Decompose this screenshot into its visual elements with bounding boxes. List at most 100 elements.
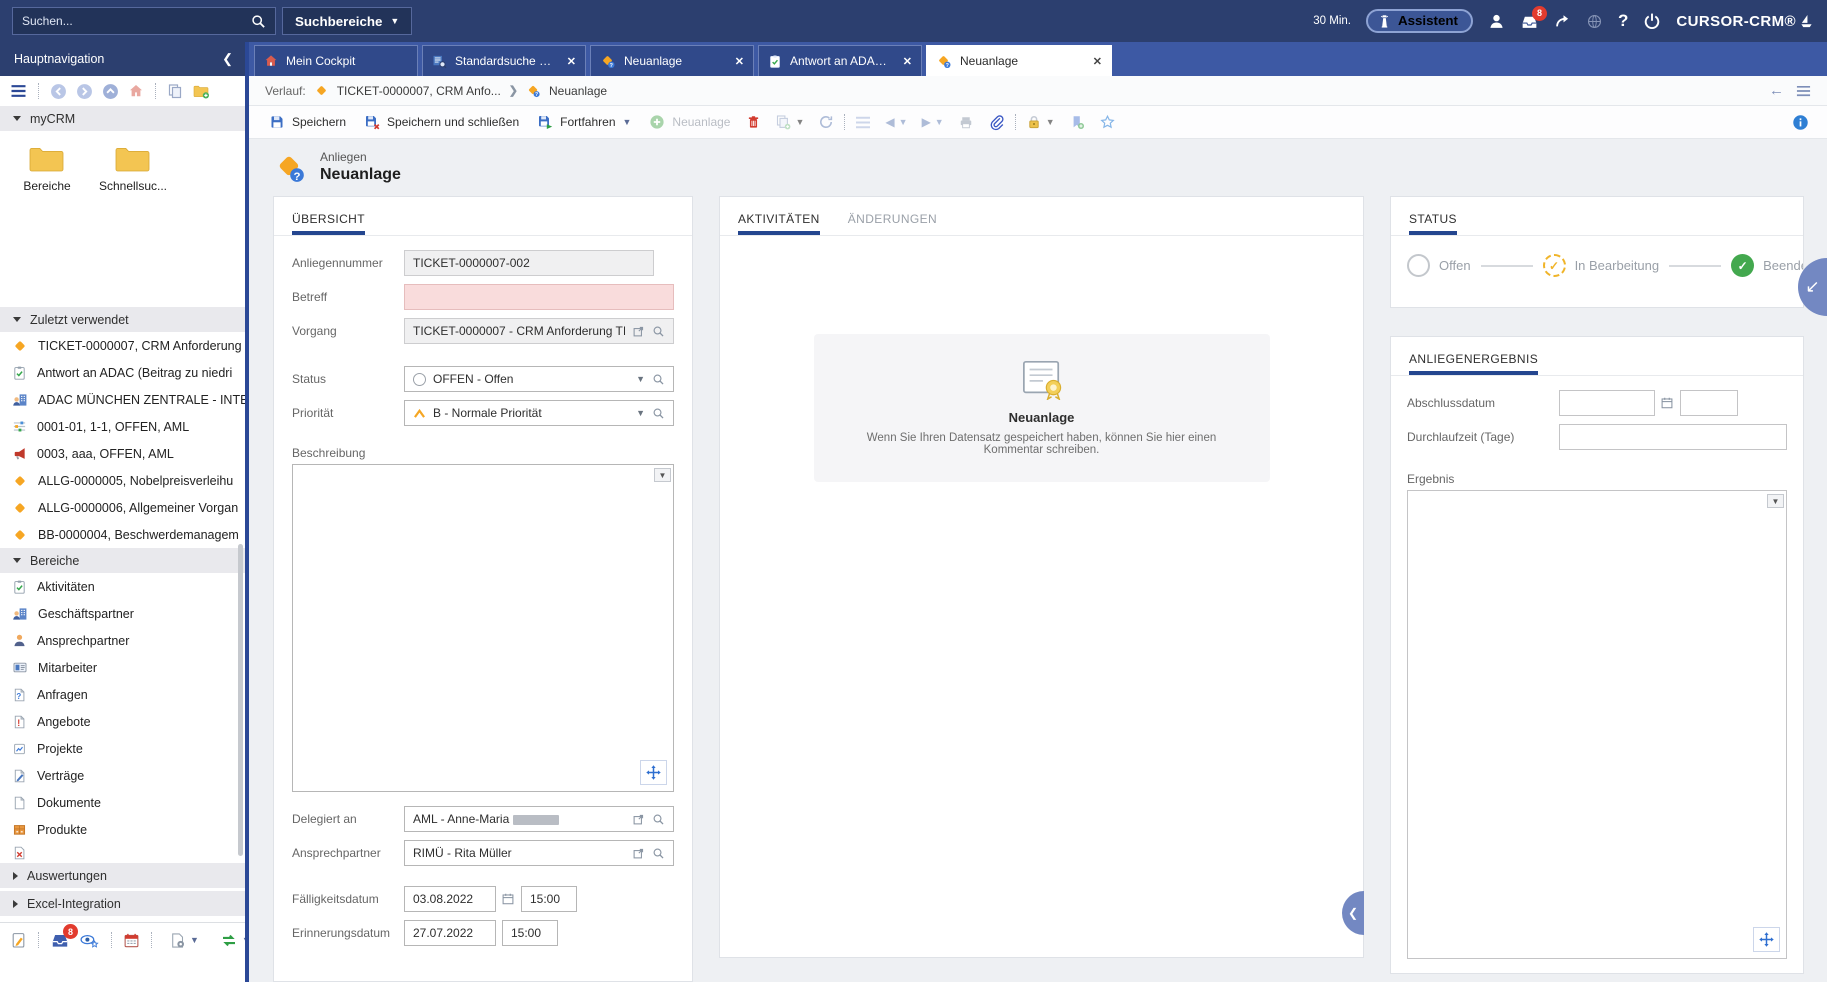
sidebar-item-angebote[interactable]: ! Angebote xyxy=(0,708,245,735)
tab-status[interactable]: STATUS xyxy=(1409,212,1457,235)
recent-item-allg5[interactable]: ALLG-0000005, Nobelpreisverleihu xyxy=(0,467,245,494)
sidebar-item-produkte[interactable]: Produkte xyxy=(0,816,245,843)
search-scope-button[interactable]: Suchbereiche ▼ xyxy=(282,7,412,35)
tab-neuanlage-active[interactable]: ? Neuanlage ✕ xyxy=(926,45,1112,76)
erinnerung-time-input[interactable]: 15:00 xyxy=(502,920,558,946)
home-icon[interactable] xyxy=(128,83,144,99)
global-search[interactable] xyxy=(12,7,276,35)
menu-icon[interactable] xyxy=(10,84,27,98)
chevron-down-icon[interactable]: ▼ xyxy=(636,408,645,418)
attachment-button[interactable] xyxy=(982,109,1011,136)
network-globe-icon[interactable] xyxy=(1586,13,1603,30)
delegiert-field[interactable]: AML - Anne-Maria xyxy=(404,806,674,832)
faelligkeit-time-input[interactable]: 15:00 xyxy=(521,886,577,912)
chevron-down-icon[interactable]: ▼ xyxy=(654,468,671,482)
open-external-icon[interactable] xyxy=(632,325,645,338)
move-resize-button[interactable] xyxy=(1753,927,1780,952)
faelligkeit-date-input[interactable]: 03.08.2022 xyxy=(404,886,496,912)
nav-back-icon[interactable] xyxy=(50,83,67,100)
abschlussdatum-time-input[interactable] xyxy=(1680,390,1738,416)
beschreibung-editor[interactable]: ▼ xyxy=(292,464,674,792)
search-input[interactable] xyxy=(22,14,243,28)
ergebnis-editor[interactable]: ▼ xyxy=(1407,490,1787,959)
lookup-search-icon[interactable] xyxy=(652,325,665,338)
folder-add-icon[interactable] xyxy=(192,83,210,99)
close-icon[interactable]: ✕ xyxy=(567,55,576,68)
chevron-down-icon[interactable]: ▼ xyxy=(935,118,944,127)
ansprechpartner-field[interactable]: RIMÜ - Rita Müller xyxy=(404,840,674,866)
move-resize-button[interactable] xyxy=(640,760,667,785)
sidebar-item-projekte[interactable]: Projekte xyxy=(0,735,245,762)
sidebar-item-aktivitaeten[interactable]: Aktivitäten xyxy=(0,573,245,600)
sync-button[interactable]: ▼ xyxy=(214,928,245,953)
print-button[interactable] xyxy=(952,110,980,135)
tab-aenderungen[interactable]: ÄNDERUNGEN xyxy=(848,212,937,235)
recent-item-activity[interactable]: Antwort an ADAC (Beitrag zu niedri xyxy=(0,359,245,386)
section-excel[interactable]: Excel-Integration xyxy=(0,891,245,916)
eye-star-icon[interactable] xyxy=(79,932,100,949)
nav-forward-icon[interactable] xyxy=(76,83,93,100)
sidebar-item-geschaeftspartner[interactable]: Geschäftspartner xyxy=(0,600,245,627)
copy-icon[interactable] xyxy=(167,83,183,99)
assistant-button[interactable]: Assistent xyxy=(1366,9,1473,33)
favorite-star-button[interactable] xyxy=(1093,109,1122,135)
prioritaet-combo[interactable]: B - Normale Priorität ▼ xyxy=(404,400,674,426)
folder-bereiche[interactable]: Bereiche xyxy=(16,143,78,230)
sidebar-item-mitarbeiter[interactable]: Mitarbeiter xyxy=(0,654,245,681)
continue-button[interactable]: Fortfahren ▼ xyxy=(529,109,639,135)
calendar-icon[interactable] xyxy=(501,892,515,906)
betreff-field[interactable] xyxy=(404,284,674,310)
calendar-icon[interactable] xyxy=(1660,396,1674,410)
section-auswertungen[interactable]: Auswertungen xyxy=(0,863,245,888)
calendar-icon[interactable] xyxy=(123,932,140,949)
history-back-icon[interactable]: ← xyxy=(1769,82,1784,99)
help-button[interactable]: ? xyxy=(1618,11,1628,31)
sidebar-item-ansprechpartner[interactable]: Ansprechpartner xyxy=(0,627,245,654)
prev-record-button[interactable]: ◀ ▼ xyxy=(879,110,913,134)
collapse-sidebar-icon[interactable]: ❮ xyxy=(222,51,233,67)
lock-button[interactable]: ▼ xyxy=(1020,109,1061,135)
collapse-panel-handle[interactable]: ❮ xyxy=(1342,891,1364,935)
section-areas[interactable]: Bereiche xyxy=(0,548,245,573)
tab-standardsuche[interactable]: Standardsuche Gesc... ✕ xyxy=(422,45,586,76)
inbox-button[interactable]: 8 xyxy=(1520,13,1539,30)
tab-anliegenergebnis[interactable]: ANLIEGENERGEBNIS xyxy=(1409,352,1538,375)
tab-uebersicht[interactable]: ÜBERSICHT xyxy=(292,212,365,235)
chevron-down-icon[interactable]: ▼ xyxy=(636,374,645,384)
redo-arrow-icon[interactable] xyxy=(1554,13,1571,29)
chevron-down-icon[interactable]: ▼ xyxy=(899,118,908,127)
chevron-down-icon[interactable]: ▼ xyxy=(1767,494,1784,508)
open-external-icon[interactable] xyxy=(632,847,645,860)
status-combo[interactable]: OFFEN - Offen ▼ xyxy=(404,366,674,392)
save-close-button[interactable]: Speichern und schließen xyxy=(356,109,527,135)
sidebar-item-clipped[interactable] xyxy=(0,843,245,863)
list-menu-button[interactable] xyxy=(849,111,877,134)
recent-item-ticket[interactable]: TICKET-0000007, CRM Anforderung xyxy=(0,332,245,359)
new-record-button[interactable]: Neuanlage xyxy=(641,109,738,135)
refresh-button[interactable] xyxy=(812,109,840,135)
lookup-search-icon[interactable] xyxy=(652,407,665,420)
bookmark-add-button[interactable] xyxy=(1063,109,1091,135)
search-icon[interactable] xyxy=(251,14,266,29)
clipboard-pen-icon[interactable] xyxy=(10,931,27,949)
next-record-button[interactable]: ▶ ▼ xyxy=(916,110,950,134)
tab-neuanlage-1[interactable]: ? Neuanlage ✕ xyxy=(590,45,754,76)
abschlussdatum-date-input[interactable] xyxy=(1559,390,1655,416)
durchlaufzeit-input[interactable] xyxy=(1559,424,1787,450)
section-recent[interactable]: Zuletzt verwendet xyxy=(0,307,245,332)
chevron-down-icon[interactable]: ▼ xyxy=(1046,118,1055,127)
info-button[interactable] xyxy=(1786,109,1815,136)
lookup-search-icon[interactable] xyxy=(652,813,665,826)
chevron-down-icon[interactable]: ▼ xyxy=(795,118,804,127)
open-external-icon[interactable] xyxy=(632,813,645,826)
erinnerung-date-input[interactable]: 27.07.2022 xyxy=(404,920,496,946)
recent-item-sliders[interactable]: 0001-01, 1-1, OFFEN, AML xyxy=(0,413,245,440)
breadcrumb-item-current[interactable]: Neuanlage xyxy=(549,84,607,98)
recent-item-allg6[interactable]: ALLG-0000006, Allgemeiner Vorgan xyxy=(0,494,245,521)
close-icon[interactable]: ✕ xyxy=(1093,55,1102,68)
delete-button[interactable] xyxy=(740,109,767,135)
lookup-search-icon[interactable] xyxy=(652,847,665,860)
lookup-search-icon[interactable] xyxy=(652,373,665,386)
tab-antwort-adac[interactable]: Antwort an ADAC (B... ✕ xyxy=(758,45,922,76)
recent-item-campaign[interactable]: 0003, aaa, OFFEN, AML xyxy=(0,440,245,467)
